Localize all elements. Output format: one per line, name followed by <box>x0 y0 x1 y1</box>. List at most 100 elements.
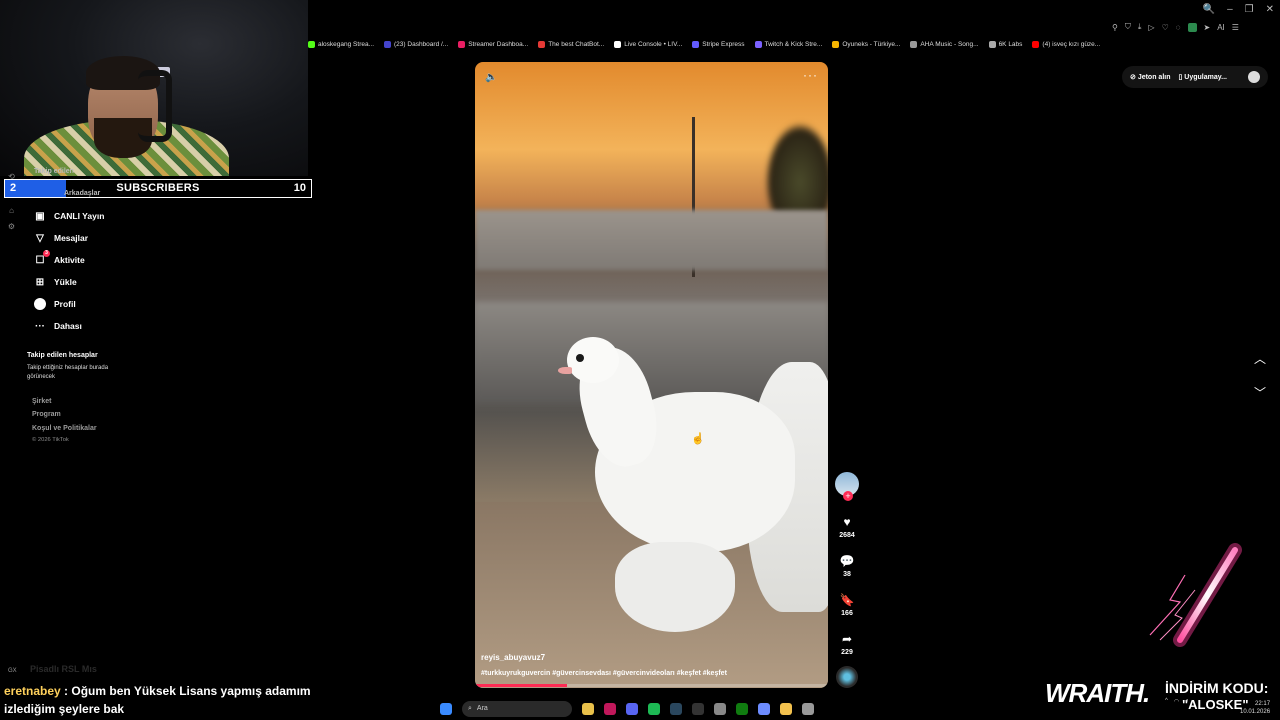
play-icon[interactable]: ▷ <box>1148 23 1154 32</box>
discord-icon[interactable] <box>626 702 638 715</box>
bookmark-item[interactable]: Twitch & Kick Stre... <box>754 40 822 48</box>
footer-link-program[interactable]: Program <box>32 411 61 418</box>
extension-toolbar: ⚲ ⛉ ⤓ ▷ ♡ ◌ ➤ AI ☰ <box>1112 22 1239 32</box>
bookmark-item[interactable]: Streamer Dashboa... <box>458 40 528 48</box>
send-icon[interactable]: ➤ <box>1204 23 1211 32</box>
app-icon[interactable] <box>714 702 726 715</box>
nav-following-partial[interactable]: Takip edilen <box>34 168 74 175</box>
more-icon: ··· <box>35 320 45 332</box>
chevron-down-icon[interactable]: ﹀ <box>1254 384 1266 401</box>
bookmark-item[interactable]: AHA Music - Song... <box>910 40 979 48</box>
bookmark-item[interactable]: (4) isveç kızı güze... <box>1032 40 1100 48</box>
follow-plus-icon[interactable]: + <box>843 491 853 501</box>
sidebar-item-upload[interactable]: ⊞ Yükle <box>34 276 77 288</box>
shield-icon[interactable]: ⛉ <box>1125 22 1131 32</box>
minimize-icon[interactable]: – <box>1227 4 1233 15</box>
nav-friends-partial[interactable]: Arkadaşlar <box>64 190 100 197</box>
bookmark-button[interactable]: 🔖 166 <box>835 593 859 617</box>
video-progress-bar[interactable] <box>475 684 828 687</box>
profile-icon <box>34 298 46 310</box>
chevron-up-icon[interactable]: ︿ <box>1254 350 1266 367</box>
spotify-icon[interactable] <box>648 702 660 715</box>
chat-message: eretnabey : Oğum ben Yüksek Lisans yapmı… <box>4 684 311 698</box>
comment-button[interactable]: 💬 38 <box>835 554 859 578</box>
heart-icon: ♥ <box>843 515 851 529</box>
bookmark-item[interactable]: The best ChatBot... <box>538 40 604 48</box>
user-avatar[interactable] <box>1248 71 1260 83</box>
sidebar-item-live[interactable]: ▣ CANLI Yayın <box>34 210 104 222</box>
video-wall <box>475 210 828 270</box>
get-app-button[interactable]: ▯ Uygulamay... <box>1179 73 1227 81</box>
left-rail: ⟲ ⌂ ⚙ <box>0 170 22 690</box>
wifi-icon[interactable]: ◠ <box>1174 698 1179 705</box>
pigeon-feet <box>615 542 735 632</box>
sidebar-item-label: Mesajlar <box>54 233 89 243</box>
system-clock[interactable]: 22:17 10.01.2026 <box>1240 700 1270 716</box>
bookmark-item[interactable]: Stripe Express <box>692 40 745 48</box>
subscriber-goal-label: SUBSCRIBERS <box>116 182 200 194</box>
maximize-icon[interactable]: ❐ <box>1245 4 1254 15</box>
bookmark-item[interactable]: aloskegang Strea... <box>308 40 374 48</box>
bookmark-count: 166 <box>841 610 853 617</box>
bookmark-favicon-icon <box>910 40 918 48</box>
settings-icon[interactable]: ⚙ <box>7 222 16 231</box>
footer-link-terms[interactable]: Koşul ve Politikalar <box>32 425 97 432</box>
pin-icon[interactable]: ⚲ <box>1112 23 1118 32</box>
close-icon[interactable]: ✕ <box>1266 4 1274 15</box>
files-icon[interactable] <box>582 702 594 715</box>
footer-link-company[interactable]: Şirket <box>32 398 51 405</box>
share-button[interactable]: ➦ 229 <box>835 632 859 656</box>
bookmark-item[interactable]: Live Console • LIV... <box>614 40 683 48</box>
sidebar-item-profile[interactable]: Profil <box>34 298 76 310</box>
settings-icon[interactable] <box>802 702 814 715</box>
heart-icon[interactable]: ♡ <box>1162 23 1169 32</box>
sidebar-item-label: Profil <box>54 299 76 309</box>
taskbar-search[interactable]: ⌕ Ara <box>462 700 572 717</box>
volume-tray-icon[interactable]: ◖ <box>1185 698 1189 705</box>
comment-count: 38 <box>843 571 851 578</box>
get-coins-button[interactable]: ⊘ Jeton alın <box>1130 73 1171 81</box>
bookmark-favicon-icon <box>832 40 840 48</box>
sidebar-item-messages[interactable]: ▽ Mesajlar <box>34 232 88 244</box>
history-icon[interactable]: ⟲ <box>7 172 16 181</box>
more-options-icon[interactable]: ··· <box>803 68 818 82</box>
chat-icon[interactable]: ◌ <box>1176 23 1181 32</box>
sidebar-item-more[interactable]: ··· Dahası <box>34 320 82 332</box>
gx-label: GX <box>8 668 17 674</box>
volume-icon[interactable]: 🔈 <box>485 72 497 83</box>
video-player[interactable]: 🔈 ··· reyis_abuyavuz7 #turkkuyrukguverci… <box>475 62 828 688</box>
windows-start-icon[interactable] <box>440 702 452 715</box>
ai-button[interactable]: AI <box>1217 23 1225 32</box>
opera-icon[interactable] <box>604 702 616 715</box>
home-icon[interactable]: ⌂ <box>7 206 16 215</box>
sidebar-item-label: Dahası <box>54 321 82 331</box>
sidebar-item-activity[interactable]: ☐ 3 Aktivite <box>34 250 85 266</box>
folder-icon[interactable] <box>780 702 792 715</box>
video-hashtags[interactable]: #turkkuyrukguvercin #güvercinsevdası #gü… <box>481 670 727 677</box>
extension-icon[interactable] <box>1187 22 1197 32</box>
chat-username: eretnabey <box>4 684 61 698</box>
xbox-icon[interactable] <box>736 702 748 715</box>
following-hint: Takip ettiğiniz hesaplar burada görünece… <box>27 365 109 380</box>
music-disc[interactable] <box>836 666 858 688</box>
download-icon[interactable]: ⤓ <box>1138 22 1142 32</box>
video-author[interactable]: reyis_abuyavuz7 <box>481 653 545 662</box>
bookmark-item[interactable]: Oyuneks - Türkiye... <box>832 40 900 48</box>
menu-icon[interactable]: ☰ <box>1232 23 1239 32</box>
tray-chevron-icon[interactable]: ^ <box>1165 698 1168 705</box>
copilot-icon[interactable] <box>758 702 770 715</box>
epic-icon[interactable] <box>692 702 704 715</box>
bookmark-item[interactable]: 6K Labs <box>988 40 1022 48</box>
steam-icon[interactable] <box>670 702 682 715</box>
faded-chat-text: Pisadlı RSL Mıs <box>30 664 97 674</box>
search-tabs-icon[interactable]: 🔍 <box>1203 4 1215 15</box>
bookmark-label: Live Console • LIV... <box>624 40 683 48</box>
bookmark-favicon-icon <box>754 40 762 48</box>
system-tray: ^ ◠ ◖ <box>1165 698 1189 705</box>
search-placeholder: Ara <box>476 705 488 712</box>
like-button[interactable]: ♥ 2684 <box>835 515 859 539</box>
sidebar-item-label: Arkadaşlar <box>64 190 101 197</box>
wraith-logo: WRAITH. <box>1045 678 1150 708</box>
bookmark-item[interactable]: (23) Dashboard /... <box>384 40 448 48</box>
share-count: 229 <box>841 649 853 656</box>
